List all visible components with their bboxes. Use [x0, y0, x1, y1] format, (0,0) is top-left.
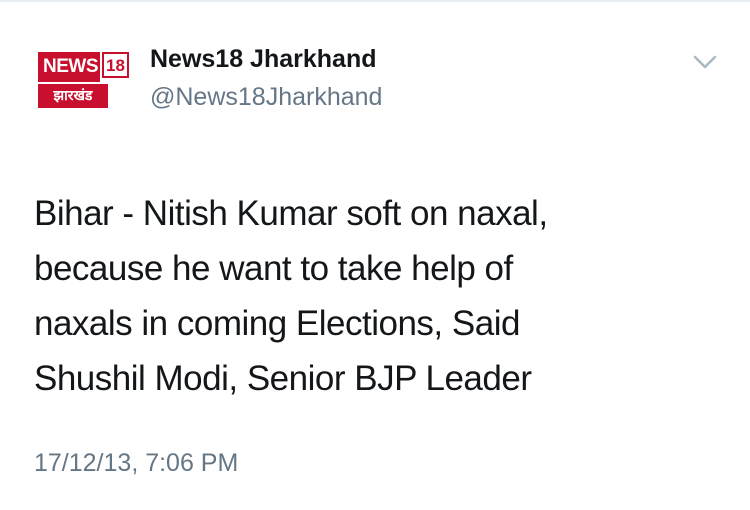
chevron-down-icon[interactable] [690, 50, 720, 74]
logo-news-text: NEWS [38, 52, 100, 82]
tweet-text-line: Shushil Modi, Senior BJP Leader [34, 359, 532, 398]
author-handle[interactable]: @News18Jharkhand [150, 80, 382, 114]
author-name[interactable]: News18 Jharkhand [150, 42, 377, 76]
tweet-text-line: naxals in coming Elections, Said [34, 304, 520, 343]
tweet-text: Bihar - Nitish Kumar soft on naxal, beca… [34, 186, 724, 406]
tweet-card: NEWS 18 झारखंड News18 Jharkhand @News18J… [0, 0, 750, 510]
tweet-text-line: because he want to take help of [34, 249, 513, 288]
avatar[interactable]: NEWS 18 झारखंड [34, 48, 130, 112]
tweet-text-line: Bihar - Nitish Kumar soft on naxal, [34, 194, 548, 233]
tweet-timestamp[interactable]: 17/12/13, 7:06 PM [34, 446, 238, 480]
logo-number: 18 [102, 52, 129, 78]
logo-region-text: झारखंड [38, 84, 108, 108]
news18-logo-top: NEWS 18 [38, 52, 129, 82]
